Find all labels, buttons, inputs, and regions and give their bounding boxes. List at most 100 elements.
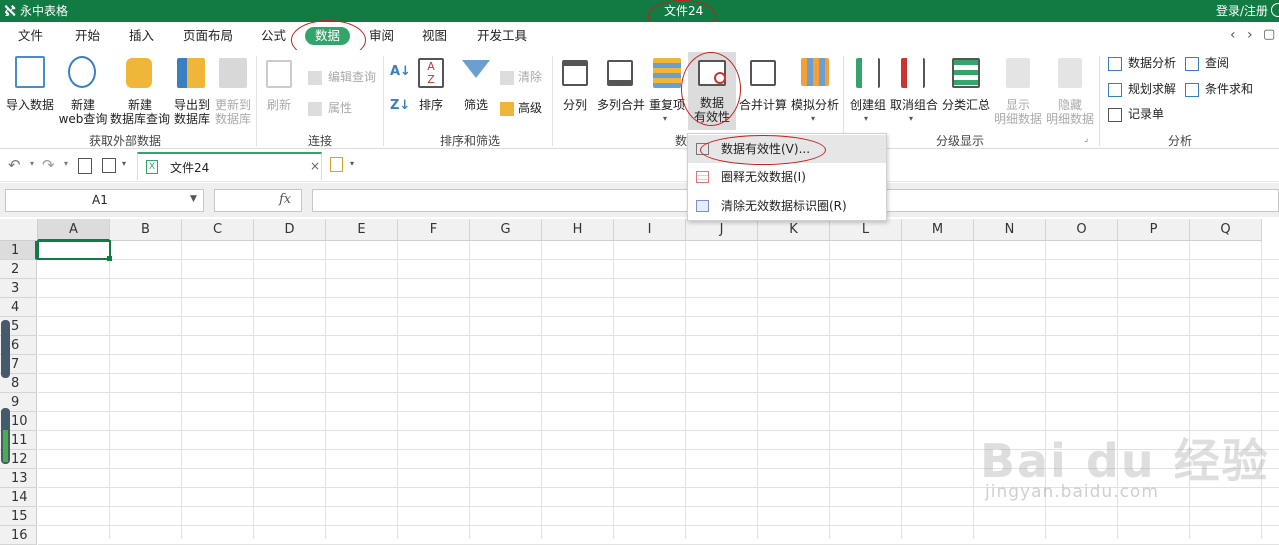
advanced-filter-button[interactable]: 高级 <box>500 101 550 117</box>
column-header[interactable]: L <box>830 219 902 241</box>
row-header[interactable]: 1 <box>0 241 37 260</box>
column-header[interactable]: I <box>614 219 686 241</box>
grid-line <box>38 411 1279 412</box>
column-header[interactable]: Q <box>1190 219 1262 241</box>
select-all-corner[interactable] <box>0 219 38 241</box>
new-web-query-button[interactable]: 新建 web查询 <box>58 54 108 126</box>
sort-desc-icon[interactable]: Z↓ <box>390 98 410 118</box>
column-header[interactable]: G <box>470 219 542 241</box>
filter-button[interactable]: 筛选 <box>456 54 496 126</box>
column-header[interactable]: K <box>758 219 830 241</box>
chevron-down-icon[interactable]: ▾ <box>30 159 34 168</box>
login-link[interactable]: 登录/注册 <box>1216 3 1268 19</box>
menu-page-layout[interactable]: 页面布局 <box>183 28 233 44</box>
grid-line <box>38 278 1279 279</box>
sort-asc-icon[interactable]: A↓ <box>390 64 411 84</box>
document-tab[interactable]: X 文件24 × <box>137 152 322 180</box>
chevron-down-icon[interactable]: ▾ <box>122 159 126 168</box>
ribbon: 导入数据 新建 web查询 新建 数据库查询 导出到 数据库 更新到 数据库 获… <box>0 50 1279 149</box>
column-header[interactable]: F <box>398 219 470 241</box>
column-header[interactable]: P <box>1118 219 1190 241</box>
row-header[interactable]: 2 <box>0 260 37 279</box>
what-if-button[interactable]: 模拟分析 ▾ <box>789 54 841 126</box>
properties-label: 属性 <box>328 101 353 115</box>
column-header[interactable]: A <box>38 219 110 241</box>
grid-line <box>38 525 1279 526</box>
user-icon[interactable] <box>1271 3 1279 17</box>
import-label: 导入数据 <box>5 98 54 112</box>
menu-formulas[interactable]: 公式 <box>261 28 286 44</box>
column-header[interactable]: B <box>110 219 182 241</box>
fx-icon[interactable]: fx <box>279 192 291 207</box>
new-db-query-button[interactable]: 新建 数据库查询 <box>110 54 170 126</box>
close-icon[interactable]: × <box>310 159 320 173</box>
column-header[interactable]: O <box>1046 219 1118 241</box>
chevron-down-icon[interactable]: ▾ <box>350 159 354 168</box>
multi-column-merge-button[interactable]: 多列合并 <box>595 54 647 126</box>
column-header[interactable]: H <box>542 219 614 241</box>
menu-insert[interactable]: 插入 <box>129 28 154 44</box>
active-cell-A1[interactable] <box>37 240 111 260</box>
record-form-button[interactable]: 记录单 <box>1108 107 1172 123</box>
menu-developer[interactable]: 开发工具 <box>477 28 527 44</box>
merge-icon <box>607 60 633 86</box>
consolidate-button[interactable]: 合并计算 <box>738 54 788 126</box>
web-label-1: 新建 <box>70 98 95 112</box>
fill-handle[interactable] <box>107 256 112 261</box>
dialog-launcher-icon[interactable]: ⌟ <box>1084 134 1088 144</box>
update-db-button: 更新到 数据库 <box>212 54 254 126</box>
save-icon[interactable] <box>102 158 116 173</box>
menu-home[interactable]: 开始 <box>75 28 100 44</box>
row-header[interactable]: 16 <box>0 526 37 545</box>
undo-icon[interactable]: ↶ <box>8 156 21 174</box>
ungroup-icon <box>901 58 925 88</box>
name-box[interactable]: A1 ▼ <box>5 189 204 212</box>
column-header[interactable]: N <box>974 219 1046 241</box>
function-box[interactable]: fx <box>214 189 302 212</box>
grid-line <box>757 241 758 539</box>
row-header[interactable]: 15 <box>0 507 37 526</box>
export-db-button[interactable]: 导出到 数据库 <box>171 54 213 126</box>
import-data-button[interactable]: 导入数据 <box>2 54 58 126</box>
chevron-left-icon[interactable]: ‹ <box>1230 27 1236 43</box>
menu-view[interactable]: 视图 <box>422 28 447 44</box>
menu-file[interactable]: 文件 <box>18 28 43 44</box>
ungroup-button[interactable]: 取消组合 ▾ <box>889 54 939 126</box>
menu-bar: 文件 开始 插入 页面布局 公式 数据 审阅 视图 开发工具 ‹ › ▢ <box>0 22 1279 50</box>
new-document-icon[interactable] <box>330 157 343 172</box>
circle-invalid-icon <box>696 171 709 183</box>
chevron-right-icon[interactable]: › <box>1247 27 1253 43</box>
subtotal-button[interactable]: 分类汇总 <box>940 54 992 126</box>
menu-item-circle-invalid[interactable]: 圈释无效数据(I) <box>688 163 886 191</box>
data-analysis-icon <box>1108 57 1122 71</box>
redo-icon[interactable]: ↷ <box>42 156 55 174</box>
record-form-label: 记录单 <box>1128 107 1165 121</box>
solver-button[interactable]: 规划求解 <box>1108 82 1182 98</box>
grid-line <box>469 241 470 539</box>
column-header[interactable]: D <box>254 219 326 241</box>
row-header[interactable]: 4 <box>0 298 37 317</box>
conditional-sum-button[interactable]: 条件求和 <box>1185 82 1257 98</box>
side-scroll-handle[interactable] <box>1 320 10 378</box>
row-header[interactable]: 3 <box>0 279 37 298</box>
chevron-down-icon[interactable]: ▾ <box>64 159 68 168</box>
menu-review[interactable]: 审阅 <box>369 28 394 44</box>
column-header[interactable]: C <box>182 219 254 241</box>
row-header[interactable]: 14 <box>0 488 37 507</box>
expand-icon[interactable]: ▢ <box>1263 27 1275 42</box>
column-header[interactable]: M <box>902 219 974 241</box>
row-header[interactable]: 13 <box>0 469 37 488</box>
data-analysis-button[interactable]: 数据分析 <box>1108 56 1182 72</box>
sort-button[interactable]: AZ 排序 <box>412 54 450 126</box>
group-external-data: 获取外部数据 <box>88 134 161 148</box>
text-to-columns-button[interactable]: 分列 <box>558 54 592 126</box>
column-header[interactable]: J <box>686 219 758 241</box>
chevron-down-icon[interactable]: ▼ <box>190 194 197 204</box>
app-logo-icon: ℵ <box>4 2 16 20</box>
create-group-button[interactable]: 创建组 ▾ <box>848 54 888 126</box>
print-preview-icon[interactable] <box>78 158 92 174</box>
db-label-1: 新建 <box>127 98 152 112</box>
lookup-button[interactable]: 查阅 <box>1185 56 1235 72</box>
column-header[interactable]: E <box>326 219 398 241</box>
menu-item-clear-circles[interactable]: 清除无效数据标识圈(R) <box>688 192 886 220</box>
